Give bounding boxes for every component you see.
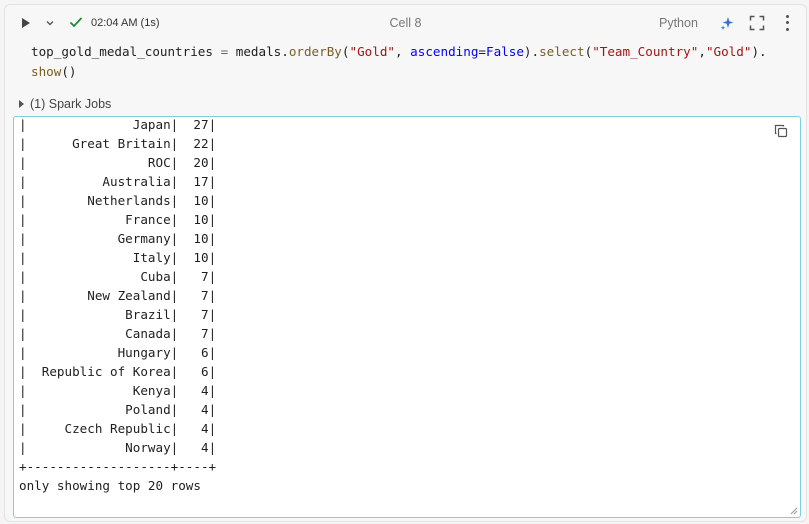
output-gold: 20 [178, 155, 209, 170]
output-gold: 17 [178, 174, 209, 189]
output-row: | Norway| 4| [19, 440, 217, 455]
code-operator: = [212, 44, 236, 59]
output-country: Czech Republic [26, 421, 171, 436]
output-text: | Japan| 27| | Great Britain| 22| | ROC|… [19, 117, 217, 495]
output-country: New Zealand [26, 288, 171, 303]
output-country: Norway [26, 440, 171, 455]
output-row: | Germany| 10| [19, 231, 217, 246]
code-variable: top_gold_medal_countries [31, 44, 213, 59]
more-options-icon[interactable] [781, 13, 793, 33]
output-row: | Czech Republic| 4| [19, 421, 217, 436]
output-row: | Hungary| 6| [19, 345, 217, 360]
output-country: Cuba [26, 269, 171, 284]
code-object: medals. [235, 44, 289, 59]
code-editor[interactable]: top_gold_medal_countries = medals.orderB… [31, 42, 801, 82]
check-icon [69, 17, 83, 28]
code-string: "Gold" [349, 44, 395, 59]
resize-handle-icon[interactable] [790, 507, 798, 515]
output-row: | Italy| 10| [19, 250, 217, 265]
code-punct: () [61, 64, 77, 79]
output-gold: 4 [178, 383, 209, 398]
output-gold: 4 [178, 421, 209, 436]
output-row: | France| 10| [19, 212, 217, 227]
code-method: orderBy [288, 44, 342, 59]
output-gold: 7 [178, 288, 209, 303]
spark-jobs-toggle[interactable]: (1) Spark Jobs [19, 97, 111, 111]
output-country: France [26, 212, 171, 227]
code-string: "Team_Country" [592, 44, 699, 59]
output-country: ROC [26, 155, 171, 170]
output-separator: +-------------------+----+ [19, 459, 217, 474]
output-gold: 4 [178, 440, 209, 455]
expand-icon[interactable] [749, 15, 765, 31]
run-options-button[interactable] [43, 16, 57, 30]
output-gold: 10 [178, 231, 209, 246]
output-row: | New Zealand| 7| [19, 288, 217, 303]
execution-time: 02:04 AM (1s) [91, 17, 160, 29]
output-country: Republic of Korea [26, 364, 171, 379]
code-keyword: False [486, 44, 524, 59]
output-row: | Cuba| 7| [19, 269, 217, 284]
output-country: Germany [26, 231, 171, 246]
cell-output[interactable]: | Japan| 27| | Great Britain| 22| | ROC|… [13, 116, 801, 518]
run-cell-button[interactable] [19, 15, 33, 31]
play-icon [22, 18, 30, 28]
copy-icon[interactable] [774, 124, 788, 138]
output-gold: 10 [178, 193, 209, 208]
output-country: Australia [26, 174, 171, 189]
code-string: "Gold" [705, 44, 752, 59]
assistant-sparkle-icon[interactable] [719, 15, 735, 31]
cell-title[interactable]: Cell 8 [390, 16, 422, 30]
output-gold: 7 [178, 269, 209, 284]
output-row: | ROC| 20| [19, 155, 217, 170]
chevron-down-icon [46, 21, 54, 26]
cell-header: 02:04 AM (1s) Cell 8 Python [5, 5, 806, 41]
output-gold: 6 [178, 345, 209, 360]
output-country: Kenya [26, 383, 171, 398]
caret-right-icon [19, 100, 24, 108]
output-country: Great Britain [26, 136, 171, 151]
code-keyword-arg: ascending [410, 44, 479, 59]
output-country: Canada [26, 326, 171, 341]
output-row: | Canada| 7| [19, 326, 217, 341]
code-punct: , [394, 44, 411, 59]
output-country: Brazil [26, 307, 171, 322]
output-country: Hungary [26, 345, 171, 360]
output-country: Poland [26, 402, 171, 417]
code-method: show [31, 64, 62, 79]
code-punct: ). [751, 44, 767, 59]
output-row: | Australia| 17| [19, 174, 217, 189]
output-row: | Poland| 4| [19, 402, 217, 417]
code-punct: , [698, 44, 706, 59]
output-row: | Brazil| 7| [19, 307, 217, 322]
output-country: Japan [26, 117, 171, 132]
output-row: | Japan| 27| [19, 117, 217, 132]
output-gold: 22 [178, 136, 209, 151]
output-gold: 27 [178, 117, 209, 132]
output-row: | Netherlands| 10| [19, 193, 217, 208]
output-gold: 7 [178, 307, 209, 322]
output-footer: only showing top 20 rows [19, 478, 201, 493]
output-row: | Republic of Korea| 6| [19, 364, 217, 379]
output-gold: 10 [178, 212, 209, 227]
output-row: | Kenya| 4| [19, 383, 217, 398]
output-gold: 7 [178, 326, 209, 341]
output-country: Netherlands [26, 193, 171, 208]
code-method: select [539, 44, 585, 59]
language-selector[interactable]: Python [659, 16, 698, 30]
spark-jobs-label: (1) Spark Jobs [30, 97, 112, 111]
output-gold: 10 [178, 250, 209, 265]
code-punct: = [478, 44, 486, 59]
code-punct: ). [523, 44, 540, 59]
output-country: Italy [26, 250, 171, 265]
output-row: | Great Britain| 22| [19, 136, 217, 151]
output-gold: 4 [178, 402, 209, 417]
notebook-cell: 02:04 AM (1s) Cell 8 Python top_gold_med… [4, 4, 807, 522]
output-gold: 6 [178, 364, 209, 379]
